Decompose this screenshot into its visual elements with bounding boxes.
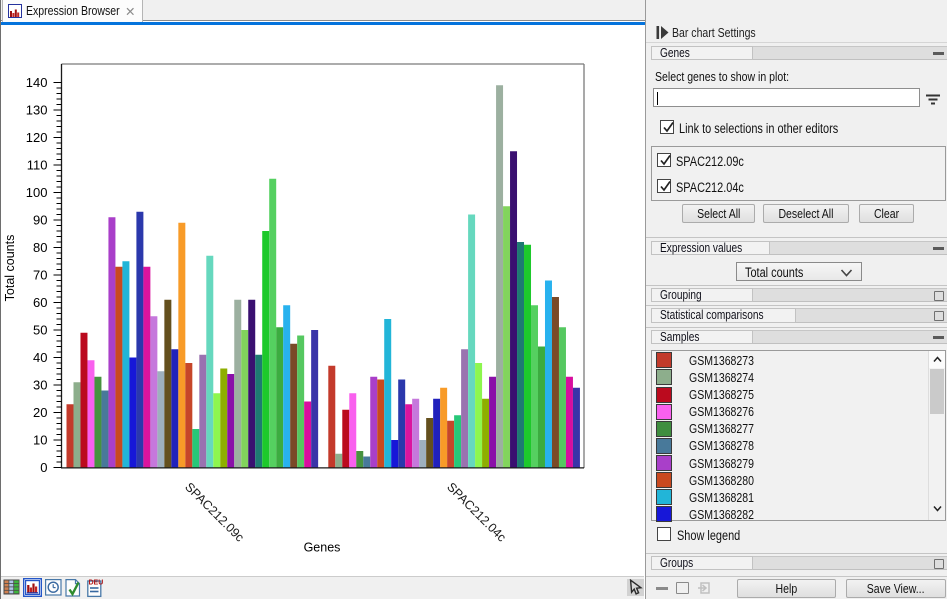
svg-text:0: 0 xyxy=(40,460,47,475)
svg-text:70: 70 xyxy=(33,268,47,283)
svg-text:10: 10 xyxy=(33,433,47,448)
svg-text:140: 140 xyxy=(26,75,48,90)
svg-text:Genes: Genes xyxy=(304,541,341,555)
svg-text:20: 20 xyxy=(33,405,47,420)
svg-text:110: 110 xyxy=(27,158,48,173)
svg-text:80: 80 xyxy=(33,240,47,255)
svg-text:30: 30 xyxy=(33,378,47,393)
svg-text:60: 60 xyxy=(33,295,47,310)
svg-text:DEU: DEU xyxy=(89,580,104,587)
svg-text:40: 40 xyxy=(33,350,47,365)
svg-text:50: 50 xyxy=(33,323,47,338)
svg-text:120: 120 xyxy=(26,130,48,145)
svg-text:90: 90 xyxy=(33,213,47,228)
svg-text:100: 100 xyxy=(26,185,48,200)
svg-text:SPAC212.04c: SPAC212.04c xyxy=(444,480,509,545)
svg-text:130: 130 xyxy=(26,103,48,118)
svg-text:Total counts: Total counts xyxy=(3,235,17,302)
svg-text:SPAC212.09c: SPAC212.09c xyxy=(182,480,247,545)
